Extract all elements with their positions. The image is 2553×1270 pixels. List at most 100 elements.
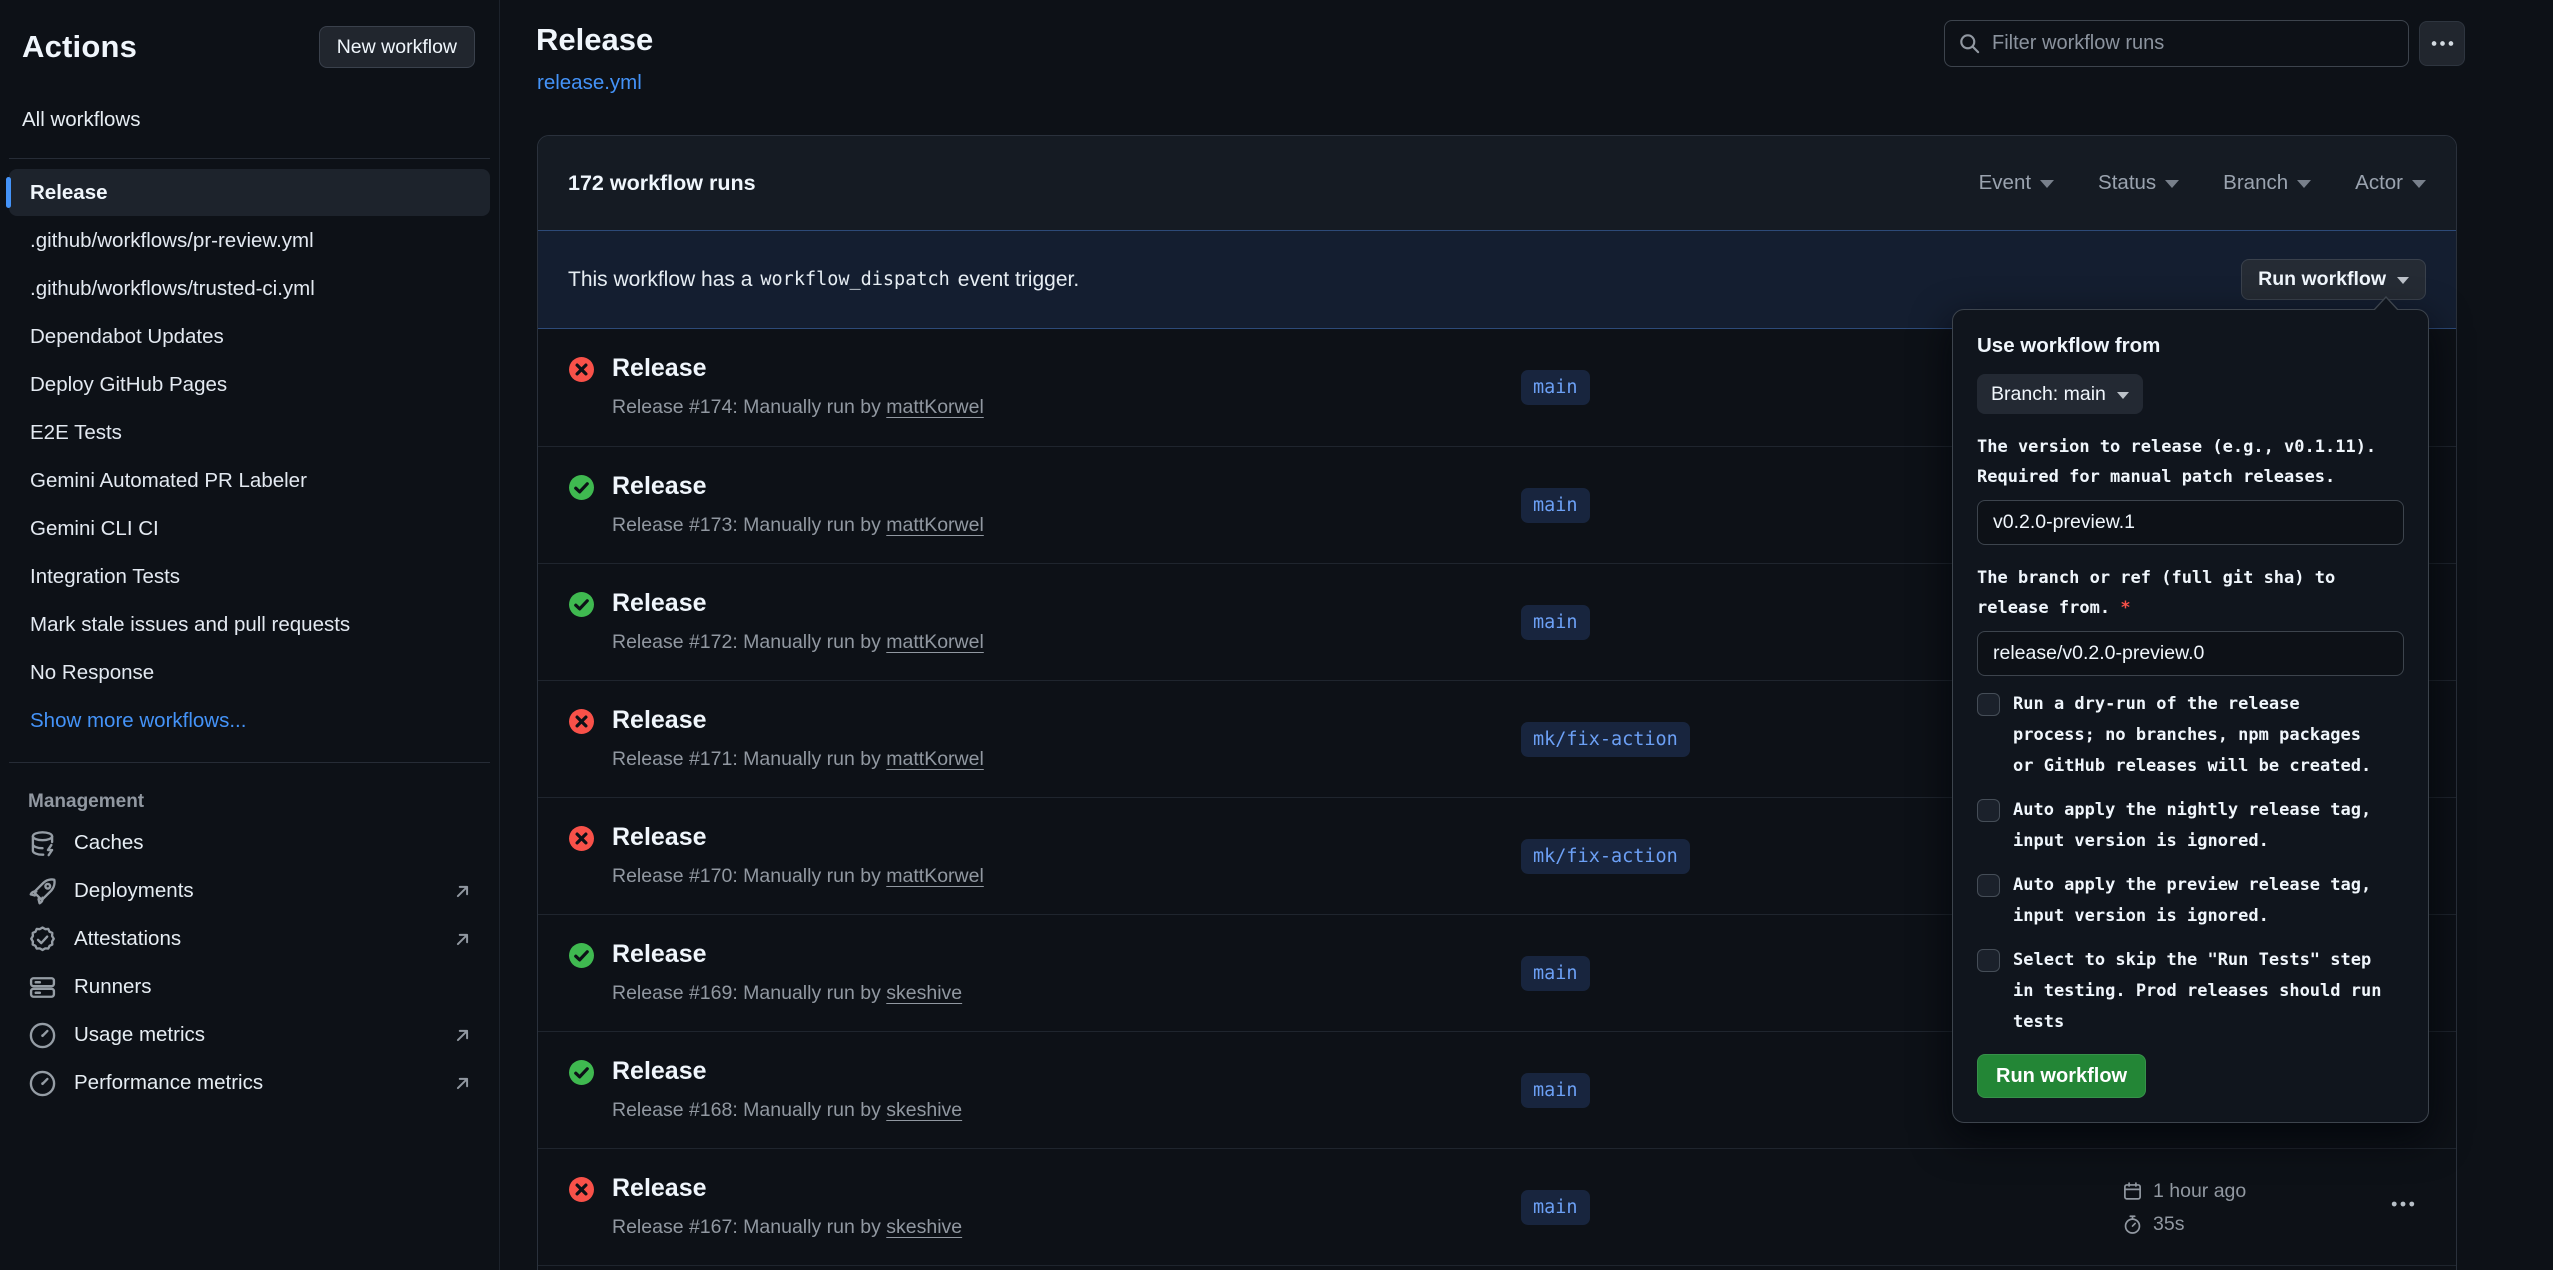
actor-link[interactable]: skeshive xyxy=(886,1099,962,1121)
workflow-options-button[interactable] xyxy=(2419,21,2465,66)
actor-link[interactable]: skeshive xyxy=(886,1216,962,1238)
check-circle-icon xyxy=(568,591,595,654)
management-nav-item[interactable]: Usage metrics xyxy=(0,1011,499,1059)
workflow-nav-item[interactable]: .github/workflows/pr-review.yml xyxy=(9,217,490,264)
workflow-nav-item[interactable]: Release xyxy=(9,169,490,216)
checkbox[interactable] xyxy=(1977,693,2000,716)
run-title[interactable]: Release xyxy=(612,1056,962,1086)
filter-dropdown[interactable]: Event xyxy=(1979,171,2054,195)
workflow-nav-label: Show more workflows... xyxy=(30,709,246,733)
ref-input[interactable] xyxy=(1977,631,2404,676)
checkbox-label: Auto apply the nightly release tag, inpu… xyxy=(2013,795,2389,857)
branch-badge[interactable]: main xyxy=(1521,605,1590,640)
actor-link[interactable]: mattKorwel xyxy=(886,865,984,887)
management-nav-item[interactable]: Performance metrics xyxy=(0,1059,499,1107)
actor-link[interactable]: mattKorwel xyxy=(886,748,984,770)
x-circle-icon xyxy=(568,825,595,888)
filter-dropdown[interactable]: Actor xyxy=(2355,171,2426,195)
workflow-run-row[interactable]: Release Release #167: Manually run by sk… xyxy=(538,1148,2456,1265)
branch-selector[interactable]: Branch: main xyxy=(1977,374,2143,414)
actor-link[interactable]: mattKorwel xyxy=(886,631,984,653)
check-circle-icon xyxy=(568,942,595,1005)
run-meta: 1 hour ago 35s xyxy=(2122,1180,2246,1236)
run-workflow-dropdown-label: Run workflow xyxy=(2258,268,2386,291)
actor-link[interactable]: skeshive xyxy=(886,982,962,1004)
branch-badge[interactable]: main xyxy=(1521,370,1590,405)
runs-panel-header: 172 workflow runs Event Status Branch xyxy=(538,136,2456,230)
meter-icon xyxy=(28,1021,57,1050)
arrow-up-right-icon xyxy=(452,929,473,950)
run-title[interactable]: Release xyxy=(612,353,984,383)
arrow-up-right-icon xyxy=(452,1073,473,1094)
branch-badge[interactable]: main xyxy=(1521,1073,1590,1108)
management-nav-item[interactable]: Attestations xyxy=(0,915,499,963)
run-title[interactable]: Release xyxy=(612,822,984,852)
required-marker: * xyxy=(2120,598,2130,618)
workflow-nav-label: Deploy GitHub Pages xyxy=(30,373,227,397)
run-options-button[interactable] xyxy=(2390,1191,2416,1217)
filter-label: Actor xyxy=(2355,171,2403,195)
chevron-down-icon xyxy=(2165,180,2179,188)
workflow-nav-item[interactable]: Mark stale issues and pull requests xyxy=(9,601,490,648)
run-title[interactable]: Release xyxy=(612,1173,962,1203)
verified-badge-icon xyxy=(28,925,57,954)
ref-input-label: The branch or ref (full git sha) to rele… xyxy=(1977,563,2404,623)
run-title[interactable]: Release xyxy=(612,705,984,735)
new-workflow-button[interactable]: New workflow xyxy=(319,26,475,68)
run-workflow-submit-button[interactable]: Run workflow xyxy=(1977,1054,2146,1098)
banner-event-code: workflow_dispatch xyxy=(760,269,949,290)
filter-dropdown[interactable]: Status xyxy=(2098,171,2179,195)
checkbox-label: Select to skip the "Run Tests" step in t… xyxy=(2013,945,2389,1038)
workflow-nav-item[interactable]: E2E Tests xyxy=(9,409,490,456)
management-nav-item[interactable]: Deployments xyxy=(0,867,499,915)
run-description: Release #171: Manually run by mattKorwel xyxy=(612,748,984,771)
sidebar-title: Actions xyxy=(22,29,137,65)
sidebar-item-all-workflows[interactable]: All workflows xyxy=(0,100,499,140)
branch-badge[interactable]: main xyxy=(1521,488,1590,523)
cache-icon xyxy=(28,829,57,858)
branch-badge[interactable]: main xyxy=(1521,956,1590,991)
workflow-nav-item[interactable]: Deploy GitHub Pages xyxy=(9,361,490,408)
run-title[interactable]: Release xyxy=(612,471,984,501)
workflow-nav-item[interactable]: Show more workflows... xyxy=(9,697,490,744)
actor-link[interactable]: mattKorwel xyxy=(886,514,984,536)
run-start-time: 1 hour ago xyxy=(2153,1180,2246,1203)
popover-checkbox-row: Auto apply the nightly release tag, inpu… xyxy=(1977,795,2404,857)
run-title[interactable]: Release xyxy=(612,939,962,969)
chevron-down-icon xyxy=(2297,180,2311,188)
workflow-nav-item[interactable]: Dependabot Updates xyxy=(9,313,490,360)
chevron-down-icon xyxy=(2117,392,2129,399)
filter-dropdown[interactable]: Branch xyxy=(2223,171,2311,195)
meter-icon xyxy=(28,1069,57,1098)
branch-badge[interactable]: mk/fix-action xyxy=(1521,839,1690,874)
branch-badge[interactable]: mk/fix-action xyxy=(1521,722,1690,757)
workflow-nav-item[interactable]: Gemini Automated PR Labeler xyxy=(9,457,490,504)
version-input[interactable] xyxy=(1977,500,2404,545)
run-description: Release #170: Manually run by mattKorwel xyxy=(612,865,984,888)
checkbox[interactable] xyxy=(1977,949,2000,972)
workflow-nav-item[interactable]: Integration Tests xyxy=(9,553,490,600)
run-workflow-dropdown-button[interactable]: Run workflow xyxy=(2241,259,2426,300)
filter-runs-input[interactable] xyxy=(1992,32,2395,55)
management-heading: Management xyxy=(28,791,499,813)
workflow-nav-item[interactable]: .github/workflows/trusted-ci.yml xyxy=(9,265,490,312)
filter-runs-search xyxy=(1944,20,2409,67)
management-nav: Caches Deployments Attestations Runners xyxy=(0,819,499,1107)
checkbox-label: Auto apply the preview release tag, inpu… xyxy=(2013,870,2389,932)
workflow-nav-item[interactable]: No Response xyxy=(9,649,490,696)
workflow-nav-label: Dependabot Updates xyxy=(30,325,224,349)
workflow-nav-item[interactable]: Gemini CLI CI xyxy=(9,505,490,552)
branch-badge[interactable]: main xyxy=(1521,1190,1590,1225)
checkbox[interactable] xyxy=(1977,799,2000,822)
management-nav-item[interactable]: Runners xyxy=(0,963,499,1011)
chevron-down-icon xyxy=(2397,277,2409,284)
server-icon xyxy=(28,973,57,1002)
page-title: Release xyxy=(536,22,653,58)
checkbox[interactable] xyxy=(1977,874,2000,897)
actor-link[interactable]: mattKorwel xyxy=(886,396,984,418)
run-title[interactable]: Release xyxy=(612,588,984,618)
workflow-file-link[interactable]: release.yml xyxy=(537,71,642,95)
filter-label: Status xyxy=(2098,171,2156,195)
run-description: Release #169: Manually run by skeshive xyxy=(612,982,962,1005)
management-nav-item[interactable]: Caches xyxy=(0,819,499,867)
